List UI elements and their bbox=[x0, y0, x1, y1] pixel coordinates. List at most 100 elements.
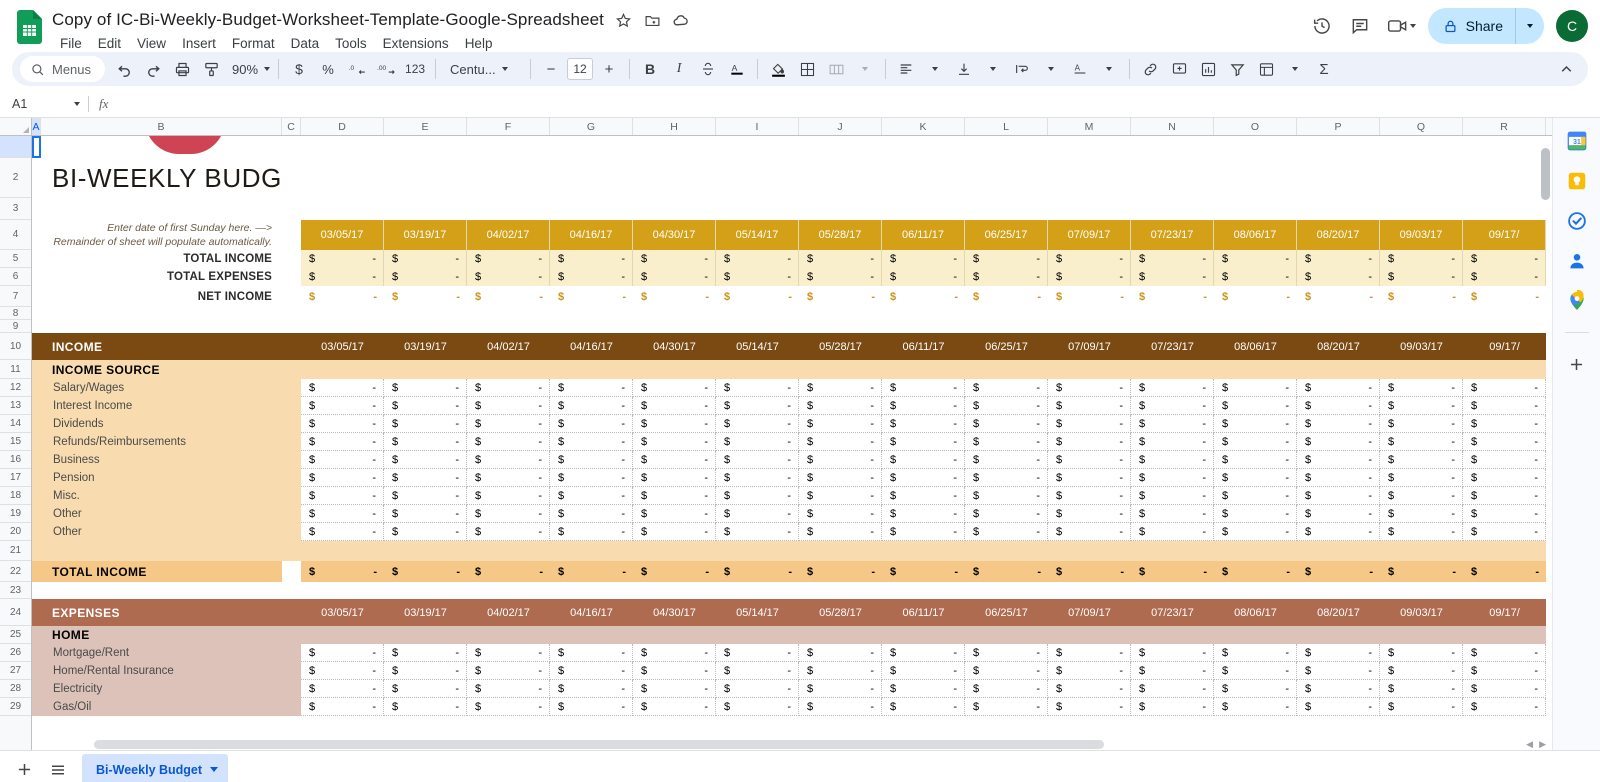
cell-amount-col-3[interactable]: $ - bbox=[550, 379, 633, 397]
row-header-20[interactable]: 20 bbox=[0, 523, 31, 541]
row-header-12[interactable]: 12 bbox=[0, 379, 31, 397]
cell-amount-col-1[interactable]: $ - bbox=[384, 698, 467, 716]
cell-date-col-6[interactable] bbox=[799, 582, 882, 599]
cell-date-col-14[interactable] bbox=[1463, 360, 1546, 379]
sheet-tab-bi-weekly-budget[interactable]: Bi-Weekly Budget bbox=[82, 753, 229, 782]
increase-decimal-icon[interactable]: .00 bbox=[372, 55, 400, 83]
cell-amount-col-14[interactable]: $ - bbox=[1463, 680, 1546, 698]
cell-amount-col-13[interactable]: $ - bbox=[1380, 505, 1463, 523]
cell-amount-col-11[interactable]: $ - bbox=[1214, 644, 1297, 662]
cell-date-col-12[interactable] bbox=[1297, 198, 1380, 220]
cell-date-col-8[interactable] bbox=[965, 626, 1048, 644]
cell-A18[interactable] bbox=[32, 487, 41, 505]
cell-amount-col-8[interactable]: $ - bbox=[965, 698, 1048, 716]
row-header-1[interactable] bbox=[0, 136, 31, 158]
cell-amount-col-2[interactable]: $ - bbox=[467, 644, 550, 662]
cell-amount-col-7[interactable]: $ - bbox=[882, 523, 965, 541]
cell-income-total-col-13[interactable]: $ - bbox=[1380, 561, 1463, 582]
cell-date-col-4[interactable] bbox=[633, 136, 716, 158]
zoom-caret-icon[interactable] bbox=[264, 67, 271, 71]
search-menus-button[interactable]: Menus bbox=[20, 56, 106, 82]
cell-date-col-9[interactable] bbox=[1048, 158, 1131, 198]
cell-date-col-8[interactable]: 06/25/17 bbox=[965, 220, 1048, 250]
cell-amount-col-1[interactable]: $ - bbox=[384, 415, 467, 433]
cell-amount-col-8[interactable]: $ - bbox=[965, 397, 1048, 415]
cell-date-col-11[interactable]: 08/06/17 bbox=[1214, 333, 1297, 360]
cell-date-col-1[interactable] bbox=[384, 360, 467, 379]
cell-amount-col-9[interactable]: $ - bbox=[1048, 662, 1131, 680]
cell-C4[interactable] bbox=[282, 220, 301, 250]
cell-date-col-14[interactable] bbox=[1463, 320, 1546, 333]
cell-C6[interactable] bbox=[282, 268, 301, 286]
cell-amount-col-8[interactable]: $ - bbox=[965, 433, 1048, 451]
decrease-decimal-icon[interactable]: .0 bbox=[343, 55, 371, 83]
cell-amount-col-6[interactable]: $ - bbox=[799, 469, 882, 487]
cell-amount-col-8[interactable]: $ - bbox=[965, 250, 1048, 268]
cell-amount-col-14[interactable]: $ - bbox=[1463, 644, 1546, 662]
cell-amount-col-2[interactable]: $ - bbox=[467, 487, 550, 505]
cell-date-col-13[interactable] bbox=[1380, 626, 1463, 644]
cell-amount-col-0[interactable]: $ - bbox=[301, 662, 384, 680]
row-header-15[interactable]: 15 bbox=[0, 433, 31, 451]
row-header-7[interactable]: 7 bbox=[0, 286, 31, 307]
row-header-13[interactable]: 13 bbox=[0, 397, 31, 415]
cell-date-col-0[interactable] bbox=[301, 582, 384, 599]
cell-C5[interactable] bbox=[282, 250, 301, 268]
cell-date-col-10[interactable]: 07/23/17 bbox=[1131, 220, 1214, 250]
cell-amount-col-12[interactable]: $ - bbox=[1297, 487, 1380, 505]
functions-icon[interactable] bbox=[1252, 55, 1280, 83]
cell-date-col-13[interactable] bbox=[1380, 307, 1463, 320]
cell-amount-col-13[interactable]: $ - bbox=[1380, 268, 1463, 286]
cell-amount-col-2[interactable]: $ - bbox=[467, 433, 550, 451]
cell-amount-col-14[interactable]: $ - bbox=[1463, 268, 1546, 286]
print-icon[interactable] bbox=[168, 55, 196, 83]
cell-date-col-6[interactable]: 05/28/17 bbox=[799, 220, 882, 250]
income-label-5[interactable]: Pension bbox=[41, 469, 282, 487]
cell-amount-col-0[interactable]: $ - bbox=[301, 680, 384, 698]
cell-amount-col-7[interactable]: $ - bbox=[882, 662, 965, 680]
cell-C9[interactable] bbox=[282, 320, 301, 333]
column-header-D[interactable]: D bbox=[301, 118, 384, 135]
cell-amount-col-14[interactable]: $ - bbox=[1463, 379, 1546, 397]
cell-amount-col-2[interactable]: $ - bbox=[467, 379, 550, 397]
cell-date-col-6[interactable] bbox=[799, 198, 882, 220]
cell-amount-col-13[interactable]: $ - bbox=[1380, 662, 1463, 680]
cell-date-col-0[interactable] bbox=[301, 626, 384, 644]
column-header-C[interactable]: C bbox=[282, 118, 301, 135]
cell-date-col-9[interactable] bbox=[1048, 307, 1131, 320]
cell-date-col-8[interactable]: 06/25/17 bbox=[965, 333, 1048, 360]
cell-amount-col-3[interactable]: $ - bbox=[550, 487, 633, 505]
cell-C16[interactable] bbox=[282, 451, 301, 469]
income-label-3[interactable]: Refunds/Reimbursements bbox=[41, 433, 282, 451]
insert-chart-icon[interactable] bbox=[1194, 55, 1222, 83]
cell-A16[interactable] bbox=[32, 451, 41, 469]
cell-amount-col-3[interactable]: $ - bbox=[550, 268, 633, 286]
cell-date-col-1[interactable] bbox=[384, 198, 467, 220]
column-header-G[interactable]: G bbox=[550, 118, 633, 135]
move-to-folder-icon[interactable] bbox=[643, 11, 662, 30]
cell-date-col-11[interactable] bbox=[1214, 360, 1297, 379]
cell-amount-col-3[interactable]: $ - bbox=[550, 451, 633, 469]
cell-amount-col-1[interactable]: $ - bbox=[384, 469, 467, 487]
cell-amount-col-7[interactable]: $ - bbox=[882, 268, 965, 286]
cell-date-col-3[interactable] bbox=[550, 198, 633, 220]
cell-amount-col-7[interactable]: $ - bbox=[882, 250, 965, 268]
cell-date-col-2[interactable] bbox=[467, 307, 550, 320]
cell-date-col-1[interactable] bbox=[384, 307, 467, 320]
cell-amount-col-7[interactable]: $ - bbox=[882, 451, 965, 469]
cell-amount-col-2[interactable]: $ - bbox=[467, 662, 550, 680]
cell-C14[interactable] bbox=[282, 415, 301, 433]
cell-date-col-13[interactable] bbox=[1380, 360, 1463, 379]
cell-amount-col-4[interactable]: $ - bbox=[633, 662, 716, 680]
cell-date-col-11[interactable] bbox=[1214, 307, 1297, 320]
cell-amount-col-12[interactable]: $ - bbox=[1297, 680, 1380, 698]
cell-income-total-col-10[interactable]: $ - bbox=[1131, 561, 1214, 582]
cell-amount-col-2[interactable]: $ - bbox=[467, 397, 550, 415]
cell-amount-col-9[interactable]: $ - bbox=[1048, 487, 1131, 505]
cell-C12[interactable] bbox=[282, 379, 301, 397]
cell-amount-col-11[interactable]: $ - bbox=[1214, 415, 1297, 433]
cell-net-col-13[interactable]: $ - bbox=[1380, 286, 1463, 307]
create-filter-icon[interactable] bbox=[1223, 55, 1251, 83]
column-header-J[interactable]: J bbox=[799, 118, 882, 135]
cell-date-col-11[interactable]: 08/06/17 bbox=[1214, 220, 1297, 250]
